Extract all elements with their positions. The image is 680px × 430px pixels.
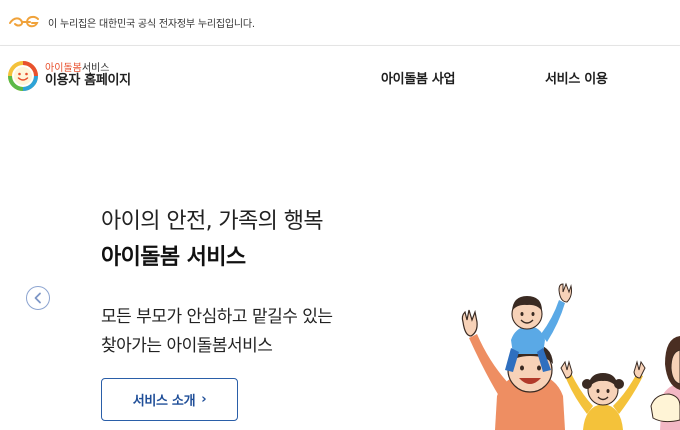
service-intro-label: 서비스 소개 xyxy=(132,394,196,409)
dad-arm xyxy=(469,334,509,396)
hero-tagline: 아이의 안전, 가족의 행복 xyxy=(101,209,324,234)
brand-subtitle: 이용자 홈페이지 xyxy=(45,73,131,89)
carousel-prev-button[interactable] xyxy=(26,286,50,310)
dad-hand xyxy=(461,309,478,337)
hero-description-line2: 찾아가는 아이돌봄서비스 xyxy=(101,336,273,356)
brand-text: 아이돌봄서비스 이용자 홈페이지 xyxy=(45,63,131,89)
family-illustration xyxy=(461,282,680,430)
child-arm-right xyxy=(541,300,565,342)
chevron-right-icon: › xyxy=(201,392,207,407)
child-body xyxy=(511,326,545,354)
child-hand-right xyxy=(558,282,572,303)
gov-banner: 이 누리집은 대한민국 공식 전자정부 누리집입니다. xyxy=(0,0,680,46)
chevron-left-icon xyxy=(34,292,41,304)
hero-title: 아이돌봄 서비스 xyxy=(101,245,246,270)
baby-blanket xyxy=(650,393,680,423)
service-intro-button[interactable]: 서비스 소개 › xyxy=(101,378,238,421)
hero-description-line1: 모든 부모가 안심하고 맡길수 있는 xyxy=(101,307,333,327)
brand-logo-link[interactable]: 아이돌봄서비스 이용자 홈페이지 xyxy=(7,60,131,92)
smiley-logo-icon xyxy=(8,61,38,91)
eg-logo-icon xyxy=(9,15,39,28)
gov-banner-text: 이 누리집은 대한민국 공식 전자정부 누리집입니다. xyxy=(48,19,255,30)
nav-childcare-program[interactable]: 아이돌봄 사업 xyxy=(381,68,455,87)
nav-service-usage[interactable]: 서비스 이용 xyxy=(545,68,608,87)
site-header: 아이돌봄서비스 이용자 홈페이지 아이돌봄 사업 서비스 이용 xyxy=(0,46,680,108)
hero-section: 아이의 안전, 가족의 행복 아이돌봄 서비스 모든 부모가 안심하고 맡길수 … xyxy=(0,108,680,430)
